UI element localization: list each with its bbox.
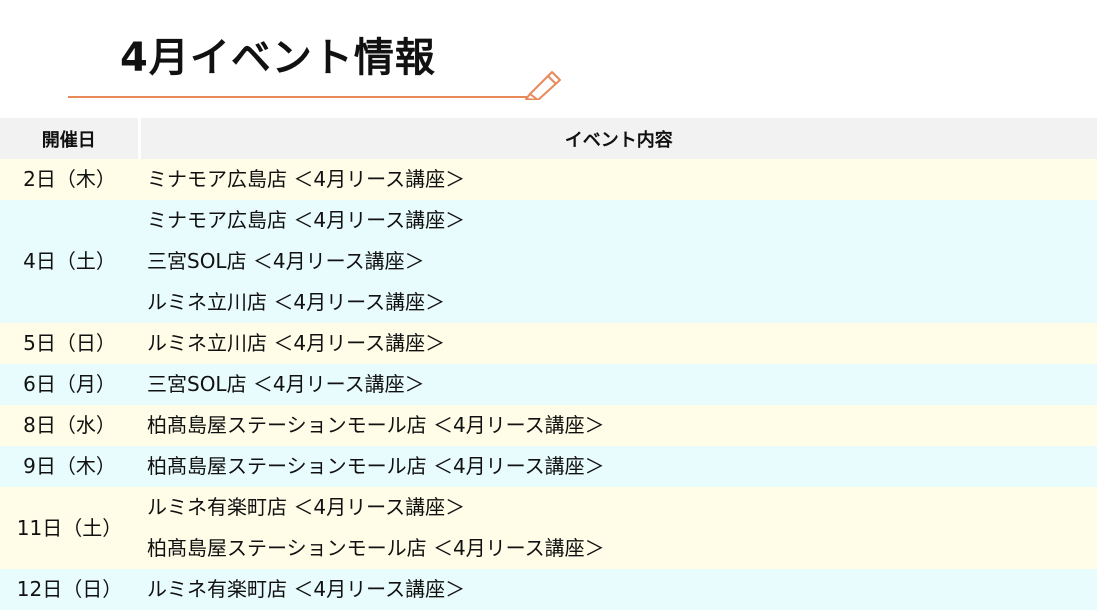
- event-date: 11日（土）: [0, 487, 139, 569]
- table-row: 12日（日） ルミネ有楽町店 ＜4月リース講座＞: [0, 569, 1097, 610]
- event-date: 8日（水）: [0, 405, 139, 446]
- event-item: ルミネ有楽町店 ＜4月リース講座＞: [147, 577, 466, 601]
- table-row: 4日（土） ミナモア広島店 ＜4月リース講座＞ 三宮SOL店 ＜4月リース講座＞…: [0, 200, 1097, 323]
- event-item: 柏髙島屋ステーションモール店 ＜4月リース講座＞: [147, 536, 605, 560]
- event-table: 開催日 イベント内容 2日（木） ミナモア広島店 ＜4月リース講座＞ 4日（土）…: [0, 118, 1097, 610]
- table-row: 8日（水） 柏髙島屋ステーションモール店 ＜4月リース講座＞: [0, 405, 1097, 446]
- table-row: 11日（土） ルミネ有楽町店 ＜4月リース講座＞ 柏髙島屋ステーションモール店 …: [0, 487, 1097, 569]
- event-date: 9日（木）: [0, 446, 139, 487]
- event-item: 三宮SOL店 ＜4月リース講座＞: [147, 249, 425, 273]
- table-row: 5日（日） ルミネ立川店 ＜4月リース講座＞: [0, 323, 1097, 364]
- event-item: ミナモア広島店 ＜4月リース講座＞: [147, 208, 466, 232]
- event-date: 5日（日）: [0, 323, 139, 364]
- table-header-row: 開催日 イベント内容: [0, 118, 1097, 159]
- event-item: ルミネ立川店 ＜4月リース講座＞: [147, 290, 446, 314]
- event-date: 6日（月）: [0, 364, 139, 405]
- page-title: 4月イベント情報: [120, 35, 436, 81]
- table-row: 9日（木） 柏髙島屋ステーションモール店 ＜4月リース講座＞: [0, 446, 1097, 487]
- event-date: 12日（日）: [0, 569, 139, 610]
- title-underline: [68, 96, 528, 98]
- pencil-icon: [525, 71, 561, 100]
- table-row: 2日（木） ミナモア広島店 ＜4月リース講座＞: [0, 159, 1097, 200]
- event-item: 柏髙島屋ステーションモール店 ＜4月リース講座＞: [147, 413, 605, 437]
- event-item: ルミネ有楽町店 ＜4月リース講座＞: [147, 495, 466, 519]
- event-item: ルミネ立川店 ＜4月リース講座＞: [147, 331, 446, 355]
- event-item: ミナモア広島店 ＜4月リース講座＞: [147, 167, 466, 191]
- header-date: 開催日: [0, 118, 141, 159]
- event-date: 2日（木）: [0, 159, 139, 200]
- table-row: 6日（月） 三宮SOL店 ＜4月リース講座＞: [0, 364, 1097, 405]
- event-date: 4日（土）: [0, 200, 139, 323]
- event-item: 柏髙島屋ステーションモール店 ＜4月リース講座＞: [147, 454, 605, 478]
- header-event: イベント内容: [139, 118, 1097, 159]
- event-item: 三宮SOL店 ＜4月リース講座＞: [147, 372, 425, 396]
